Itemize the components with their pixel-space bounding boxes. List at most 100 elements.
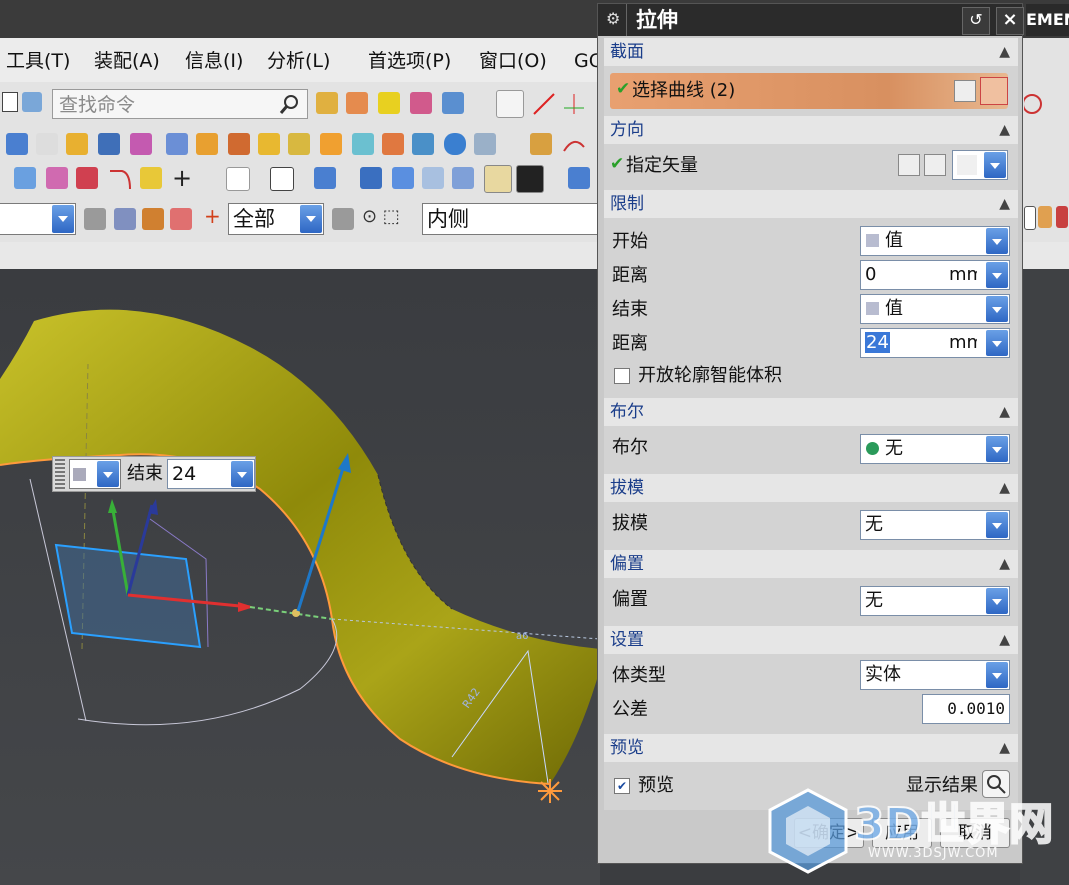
blend-icon[interactable]: [196, 133, 218, 155]
shell-icon[interactable]: [258, 133, 280, 155]
section-view-icon[interactable]: [270, 167, 294, 191]
studio-icon[interactable]: [392, 167, 414, 189]
drag-handle[interactable]: [55, 459, 65, 489]
unite-icon[interactable]: [412, 133, 434, 155]
mirror-icon[interactable]: [352, 133, 374, 155]
chevron-down-icon[interactable]: [300, 205, 322, 233]
snap-point-icon[interactable]: +: [204, 204, 221, 228]
datum-icon[interactable]: [442, 92, 464, 114]
fit-view-icon[interactable]: [226, 167, 250, 191]
hole-icon[interactable]: [66, 133, 88, 155]
start-type-combo[interactable]: 值: [860, 226, 1010, 256]
chevron-down-icon[interactable]: [986, 296, 1008, 322]
chevron-down-icon[interactable]: [986, 512, 1008, 538]
pyramid-icon[interactable]: [316, 92, 338, 114]
graphics-viewport[interactable]: R42 a6: [0, 269, 600, 885]
feature-icon[interactable]: [346, 92, 368, 114]
collapse-icon[interactable]: ▲: [999, 38, 1010, 66]
measure-icon[interactable]: [530, 133, 552, 155]
chevron-down-icon[interactable]: [97, 461, 119, 487]
assembly-icon[interactable]: [1038, 206, 1052, 228]
chamfer-icon[interactable]: [228, 133, 250, 155]
filter-icon[interactable]: [84, 208, 106, 230]
open-profile-checkbox[interactable]: [614, 368, 630, 384]
collapse-icon[interactable]: ▲: [999, 398, 1010, 426]
chevron-down-icon[interactable]: [986, 228, 1008, 254]
section-header-boolean[interactable]: 布尔 ▲: [604, 398, 1018, 426]
black-background-icon[interactable]: [516, 165, 544, 193]
collapse-icon[interactable]: ▲: [999, 190, 1010, 218]
tolerance-field[interactable]: 0.0010: [922, 694, 1010, 724]
command-finder-icon[interactable]: [22, 92, 42, 112]
boss-icon[interactable]: [98, 133, 120, 155]
section-header-section[interactable]: 截面 ▲: [604, 38, 1018, 66]
constraint-icon[interactable]: [1056, 206, 1068, 228]
scope-icon[interactable]: [170, 208, 192, 230]
collapse-icon[interactable]: ▲: [999, 116, 1010, 144]
close-icon[interactable]: ×: [996, 7, 1024, 35]
vector-type-combo[interactable]: [952, 150, 1008, 180]
chevron-down-icon[interactable]: [986, 330, 1008, 356]
select-icon[interactable]: [142, 208, 164, 230]
selection-scope-combo[interactable]: 全部: [228, 203, 324, 235]
rotate-icon[interactable]: [46, 167, 68, 189]
chevron-down-icon[interactable]: [986, 588, 1008, 614]
onscreen-input[interactable]: 结束 24: [52, 456, 256, 492]
vector-dialog-icon[interactable]: [924, 154, 946, 176]
cylinder-icon[interactable]: [444, 133, 466, 155]
draft-combo[interactable]: 无: [860, 510, 1010, 540]
move-icon[interactable]: [14, 167, 36, 189]
draft-icon[interactable]: [320, 133, 342, 155]
select-curve-row[interactable]: ✔ 选择曲线 (2): [610, 73, 1008, 109]
preview-checkbox[interactable]: ✔: [614, 778, 630, 794]
shaded-edges-icon[interactable]: [360, 167, 382, 189]
chevron-down-icon[interactable]: [986, 262, 1008, 288]
polygon-select-icon[interactable]: ⊙ ⬚: [362, 206, 400, 227]
sketch-icon[interactable]: [378, 92, 400, 114]
sketch-section-icon[interactable]: [954, 80, 976, 102]
extrude-icon[interactable]: [6, 133, 28, 155]
dialog-title-bar[interactable]: ⚙ 拉伸 ↺ ×: [598, 4, 1024, 36]
search-input[interactable]: 查找命令: [52, 89, 308, 119]
menu-analysis[interactable]: 分析(L): [267, 47, 330, 75]
chevron-down-icon[interactable]: [231, 461, 253, 487]
gear-icon[interactable]: ⚙: [606, 9, 620, 28]
plus-icon[interactable]: +: [172, 164, 192, 192]
chevron-down-icon[interactable]: [986, 662, 1008, 688]
menu-info[interactable]: 信息(I): [185, 47, 243, 75]
background-icon[interactable]: [484, 165, 512, 193]
reset-icon[interactable]: ↺: [962, 7, 990, 35]
menu-tools[interactable]: 工具(T): [6, 47, 70, 75]
pattern-icon[interactable]: [382, 133, 404, 155]
hidden-edges-icon[interactable]: [452, 167, 474, 189]
section-header-offset[interactable]: 偏置 ▲: [604, 550, 1018, 578]
chevron-down-icon[interactable]: [986, 436, 1008, 462]
selection-intent-icon[interactable]: [332, 208, 354, 230]
section-header-direction[interactable]: 方向 ▲: [604, 116, 1018, 144]
page-icon[interactable]: [2, 92, 18, 112]
section-header-draft[interactable]: 拔模 ▲: [604, 474, 1018, 502]
body-type-combo[interactable]: 实体: [860, 660, 1010, 690]
pocket-icon[interactable]: [130, 133, 152, 155]
circle-tool-icon[interactable]: [1024, 92, 1048, 116]
chevron-down-icon[interactable]: [52, 205, 74, 233]
curve-rule-icon[interactable]: [980, 77, 1008, 105]
menu-preferences[interactable]: 首选项(P): [368, 47, 451, 75]
collapse-icon[interactable]: ▲: [999, 474, 1010, 502]
menu-window[interactable]: 窗口(O): [479, 47, 547, 75]
end-distance-field[interactable]: 24 mm: [860, 328, 1010, 358]
line-icon[interactable]: [532, 92, 556, 116]
wireframe-icon[interactable]: [422, 167, 444, 189]
fill-icon[interactable]: [140, 167, 162, 189]
onscreen-value-field[interactable]: 24: [167, 459, 255, 489]
reverse-direction-icon[interactable]: [898, 154, 920, 176]
point-icon[interactable]: [562, 92, 586, 116]
selection-mode-combo[interactable]: 内侧: [422, 203, 600, 235]
collapse-icon[interactable]: ▲: [999, 734, 1010, 762]
type-filter-combo[interactable]: [0, 203, 76, 235]
onscreen-type-combo[interactable]: [69, 459, 121, 489]
menu-assembly[interactable]: 装配(A): [94, 47, 160, 75]
link-icon[interactable]: [496, 90, 524, 118]
end-type-combo[interactable]: 值: [860, 294, 1010, 324]
sphere-icon[interactable]: [474, 133, 496, 155]
